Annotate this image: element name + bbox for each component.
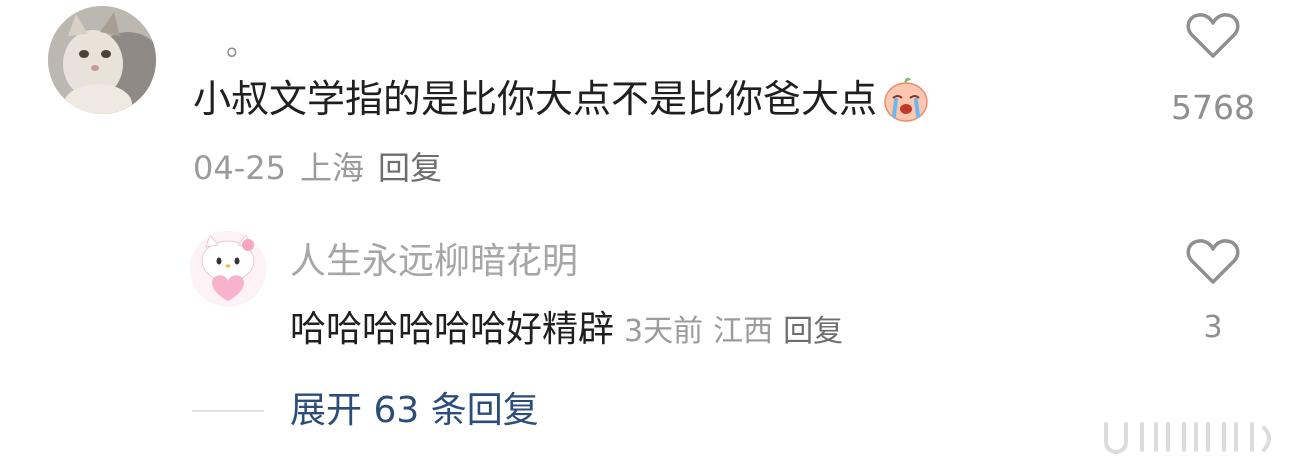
crying-peach-emoji-icon	[881, 74, 931, 124]
reply-avatar[interactable]	[190, 231, 266, 307]
avatar[interactable]	[48, 6, 156, 114]
reply-username[interactable]: 人生永远柳暗花明	[290, 240, 578, 284]
reply-time: 3天前	[624, 314, 704, 349]
heart-outline-icon	[1186, 239, 1240, 284]
comment-body: 小叔文学指的是比你大点不是比你爸大点	[193, 77, 878, 121]
comment-date: 04-25	[193, 149, 286, 187]
reply-meta: 3天前 江西 回复	[624, 314, 853, 349]
like-count: 5768	[1171, 88, 1255, 127]
heart-outline-icon	[1186, 13, 1240, 58]
reply-text: 哈哈哈哈哈哈好精辟 3天前 江西 回复	[290, 307, 853, 355]
reply-body: 哈哈哈哈哈哈好精辟	[290, 309, 615, 350]
watermark-logo	[1098, 416, 1280, 456]
comment-text: 小叔文学指的是比你大点不是比你爸大点	[193, 74, 931, 124]
comment-location: 上海	[299, 149, 364, 187]
expand-divider	[192, 410, 264, 412]
comment-username[interactable]: 。	[226, 28, 256, 64]
comment-meta: 04-25 上海 回复	[193, 146, 456, 190]
reply-like-button[interactable]: 3	[1163, 238, 1263, 346]
reply-reply-button[interactable]: 回复	[783, 314, 843, 349]
kitty-avatar-image	[190, 231, 266, 307]
reply-button[interactable]: 回复	[378, 149, 442, 187]
cat-avatar-image	[48, 6, 156, 114]
reply-location: 江西	[713, 314, 774, 349]
reply-like-count: 3	[1203, 310, 1223, 345]
expand-replies-button[interactable]: 展开 63 条回复	[290, 388, 539, 434]
like-button[interactable]: 5768	[1163, 12, 1263, 128]
